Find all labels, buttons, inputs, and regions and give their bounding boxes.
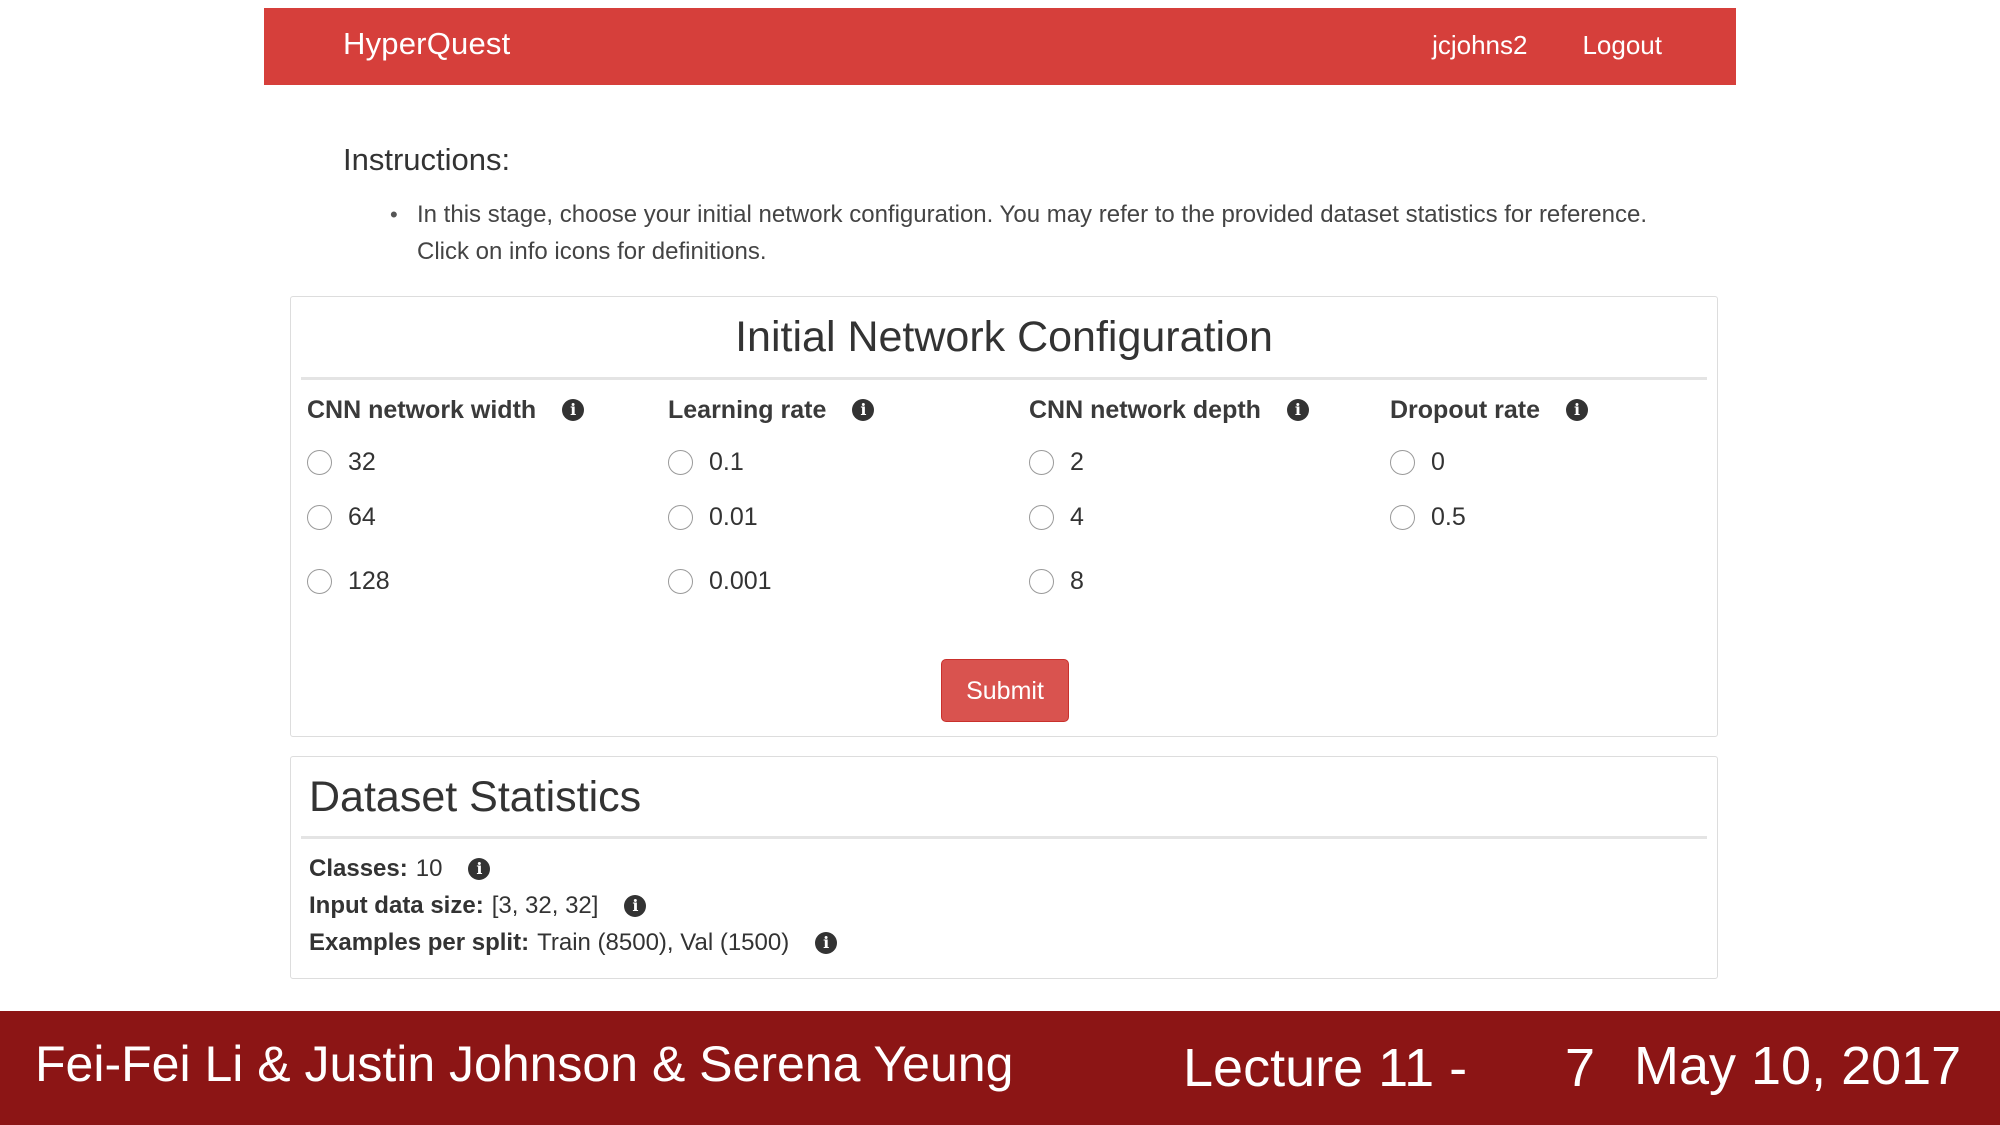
stat-label: Input data size: (309, 892, 484, 919)
option-lr-0.001[interactable]: 0.001 (668, 567, 772, 596)
footer-authors: Fei-Fei Li & Justin Johnson & Serena Yeu… (35, 1036, 1014, 1092)
navbar-user-menu: jcjohns2 Logout (1432, 30, 1662, 61)
info-icon[interactable]: i (468, 858, 491, 880)
option-lr-0.1[interactable]: 0.1 (668, 448, 744, 477)
option-label: 4 (1070, 503, 1084, 531)
stat-value: [3, 32, 32] (491, 892, 599, 919)
option-dropout-0[interactable]: 0 (1390, 448, 1445, 477)
radio-button[interactable] (307, 450, 332, 475)
footer-page-number: 7 (1565, 1038, 1596, 1098)
radio-button[interactable] (668, 569, 693, 594)
option-width-128[interactable]: 128 (307, 567, 390, 596)
option-label: 0.1 (709, 448, 744, 476)
radio-button[interactable] (1029, 569, 1054, 594)
info-icon[interactable]: i (562, 399, 585, 421)
brand-logo[interactable]: HyperQuest (343, 26, 510, 62)
network-config-panel: Initial Network Configuration CNN networ… (290, 296, 1718, 737)
option-depth-2[interactable]: 2 (1029, 448, 1084, 477)
slide: HyperQuest jcjohns2 Logout Instructions:… (0, 0, 2000, 1125)
option-label: 0.001 (709, 567, 772, 595)
option-label: 32 (348, 448, 376, 476)
stat-value: 10 (415, 855, 443, 882)
option-label: 2 (1070, 448, 1084, 476)
column-label: CNN network width (307, 395, 537, 424)
radio-button[interactable] (1390, 505, 1415, 530)
column-header: Dropout rate i (1390, 395, 1730, 425)
navbar: HyperQuest jcjohns2 Logout (264, 8, 1736, 85)
option-label: 128 (348, 567, 390, 595)
column-label: Learning rate (668, 395, 827, 424)
column-learning-rate: Learning rate i 0.1 0.01 0.001 (668, 395, 1008, 595)
option-label: 8 (1070, 567, 1084, 595)
column-header: CNN network width i (307, 395, 647, 425)
info-icon[interactable]: i (815, 932, 838, 954)
radio-button[interactable] (307, 569, 332, 594)
info-icon[interactable]: i (1286, 399, 1309, 421)
radio-button[interactable] (1029, 450, 1054, 475)
column-dropout-rate: Dropout rate i 0 0.5 (1390, 395, 1730, 531)
instructions-title: Instructions: (343, 142, 511, 177)
instructions-list: In this stage, choose your initial netwo… (390, 196, 1650, 270)
stat-label: Examples per split: (309, 929, 530, 956)
column-header: CNN network depth i (1029, 395, 1369, 425)
stats-divider (301, 836, 1707, 839)
config-divider (301, 377, 1707, 380)
stat-row-classes: Classes: 10 i (309, 855, 491, 883)
stats-panel-title: Dataset Statistics (309, 773, 642, 821)
column-network-width: CNN network width i 32 64 128 (307, 395, 647, 595)
option-width-32[interactable]: 32 (307, 448, 376, 477)
stat-value: Train (8500), Val (1500) (537, 929, 790, 956)
dataset-statistics-panel: Dataset Statistics Classes: 10 i Input d… (290, 756, 1718, 979)
option-dropout-0.5[interactable]: 0.5 (1390, 503, 1466, 532)
column-network-depth: CNN network depth i 2 4 8 (1029, 395, 1369, 595)
radio-button[interactable] (307, 505, 332, 530)
info-icon[interactable]: i (1566, 399, 1588, 421)
stat-label: Classes: (309, 855, 408, 882)
radio-button[interactable] (668, 505, 693, 530)
instructions-item: In this stage, choose your initial netwo… (390, 196, 1650, 270)
column-label: Dropout rate (1390, 395, 1540, 424)
slide-footer: Fei-Fei Li & Justin Johnson & Serena Yeu… (0, 1011, 2000, 1125)
column-header: Learning rate i (668, 395, 1008, 425)
footer-date: May 10, 2017 (1634, 1036, 1962, 1096)
stat-row-examples-per-split: Examples per split: Train (8500), Val (1… (309, 929, 838, 957)
option-lr-0.01[interactable]: 0.01 (668, 503, 758, 532)
option-label: 0.5 (1431, 503, 1466, 531)
info-icon[interactable]: i (852, 399, 875, 421)
radio-button[interactable] (1390, 450, 1415, 475)
option-depth-4[interactable]: 4 (1029, 503, 1084, 532)
option-label: 0.01 (709, 503, 758, 531)
option-depth-8[interactable]: 8 (1029, 567, 1084, 596)
option-label: 64 (348, 503, 376, 531)
column-label: CNN network depth (1029, 395, 1261, 424)
username-link[interactable]: jcjohns2 (1432, 30, 1527, 61)
config-panel-title: Initial Network Configuration (735, 313, 1273, 361)
logout-link[interactable]: Logout (1582, 30, 1662, 61)
info-icon[interactable]: i (624, 895, 647, 917)
stat-row-input-size: Input data size: [3, 32, 32] i (309, 892, 647, 920)
option-label: 0 (1431, 448, 1445, 476)
option-width-64[interactable]: 64 (307, 503, 376, 532)
footer-lecture: Lecture 11 - (1183, 1038, 1468, 1098)
radio-button[interactable] (668, 450, 693, 475)
submit-button[interactable]: Submit (941, 659, 1069, 722)
radio-button[interactable] (1029, 505, 1054, 530)
